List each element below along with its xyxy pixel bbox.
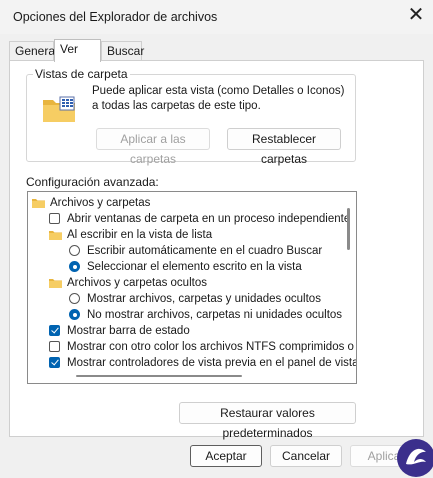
tree-item-label: Archivos y carpetas ocultos [67, 277, 207, 289]
reset-folders-button[interactable]: Restablecer carpetas [227, 128, 341, 166]
folder-views-title: Vistas de carpeta [33, 67, 130, 81]
tree-item-label: Mostrar barra de estado [67, 325, 190, 337]
close-icon[interactable]: ✕ [405, 4, 427, 26]
radio-unselected[interactable] [69, 293, 80, 304]
accept-button[interactable]: Aceptar [190, 445, 262, 467]
checkbox-checked[interactable] [49, 357, 60, 368]
apply-to-folders-button[interactable]: Aplicar a las carpetas [96, 128, 210, 166]
tab-ver[interactable]: Ver [54, 39, 101, 62]
tree-item-label: Mostrar controladores de vista previa en… [67, 357, 357, 369]
folder-icon [49, 279, 62, 288]
window-title: Opciones del Explorador de archivos [13, 10, 218, 24]
title-bar: Opciones del Explorador de archivos ✕ [0, 0, 433, 34]
vertical-scrollbar[interactable] [347, 208, 350, 250]
folder-view-icon [43, 96, 75, 122]
checkbox-checked[interactable] [49, 325, 60, 336]
folder-icon [32, 199, 45, 208]
tree-item-label: Archivos y carpetas [50, 197, 151, 209]
tree-item-label: Seleccionar el elemento escrito en la vi… [87, 261, 302, 273]
tree-item-label: No mostrar archivos, carpetas ni unidade… [87, 309, 343, 321]
horizontal-scrollbar[interactable] [76, 375, 242, 377]
radio-unselected[interactable] [69, 245, 80, 256]
advanced-settings-tree: Archivos y carpetas Abrir ventanas de car… [27, 191, 357, 384]
tab-buscar[interactable]: Buscar [101, 41, 144, 60]
checkbox-unchecked[interactable] [49, 213, 60, 224]
tree-item-label: Mostrar con otro color los archivos NTFS… [67, 341, 357, 353]
tree-item-label: Mostrar archivos, carpetas y unidades oc… [87, 293, 321, 305]
tree-item-label: Abrir ventanas de carpeta en un proceso … [67, 213, 351, 225]
cancel-button[interactable]: Cancelar [270, 445, 342, 467]
advanced-settings-label: Configuración avanzada: [26, 175, 159, 189]
tree-item-label: Escribir automáticamente en el cuadro Bu… [87, 245, 323, 257]
folder-views-description: Puede aplicar esta vista (como Detalles … [92, 85, 345, 112]
tree-item-label: Al escribir en la vista de lista [67, 229, 213, 241]
watermark-logo [397, 439, 433, 477]
radio-selected[interactable] [69, 261, 80, 272]
radio-selected[interactable] [69, 309, 80, 320]
folder-icon [49, 231, 62, 240]
restore-defaults-button[interactable]: Restaurar valores predeterminados [179, 402, 356, 440]
checkbox-unchecked[interactable] [49, 341, 60, 352]
tab-general[interactable]: General [9, 41, 58, 60]
